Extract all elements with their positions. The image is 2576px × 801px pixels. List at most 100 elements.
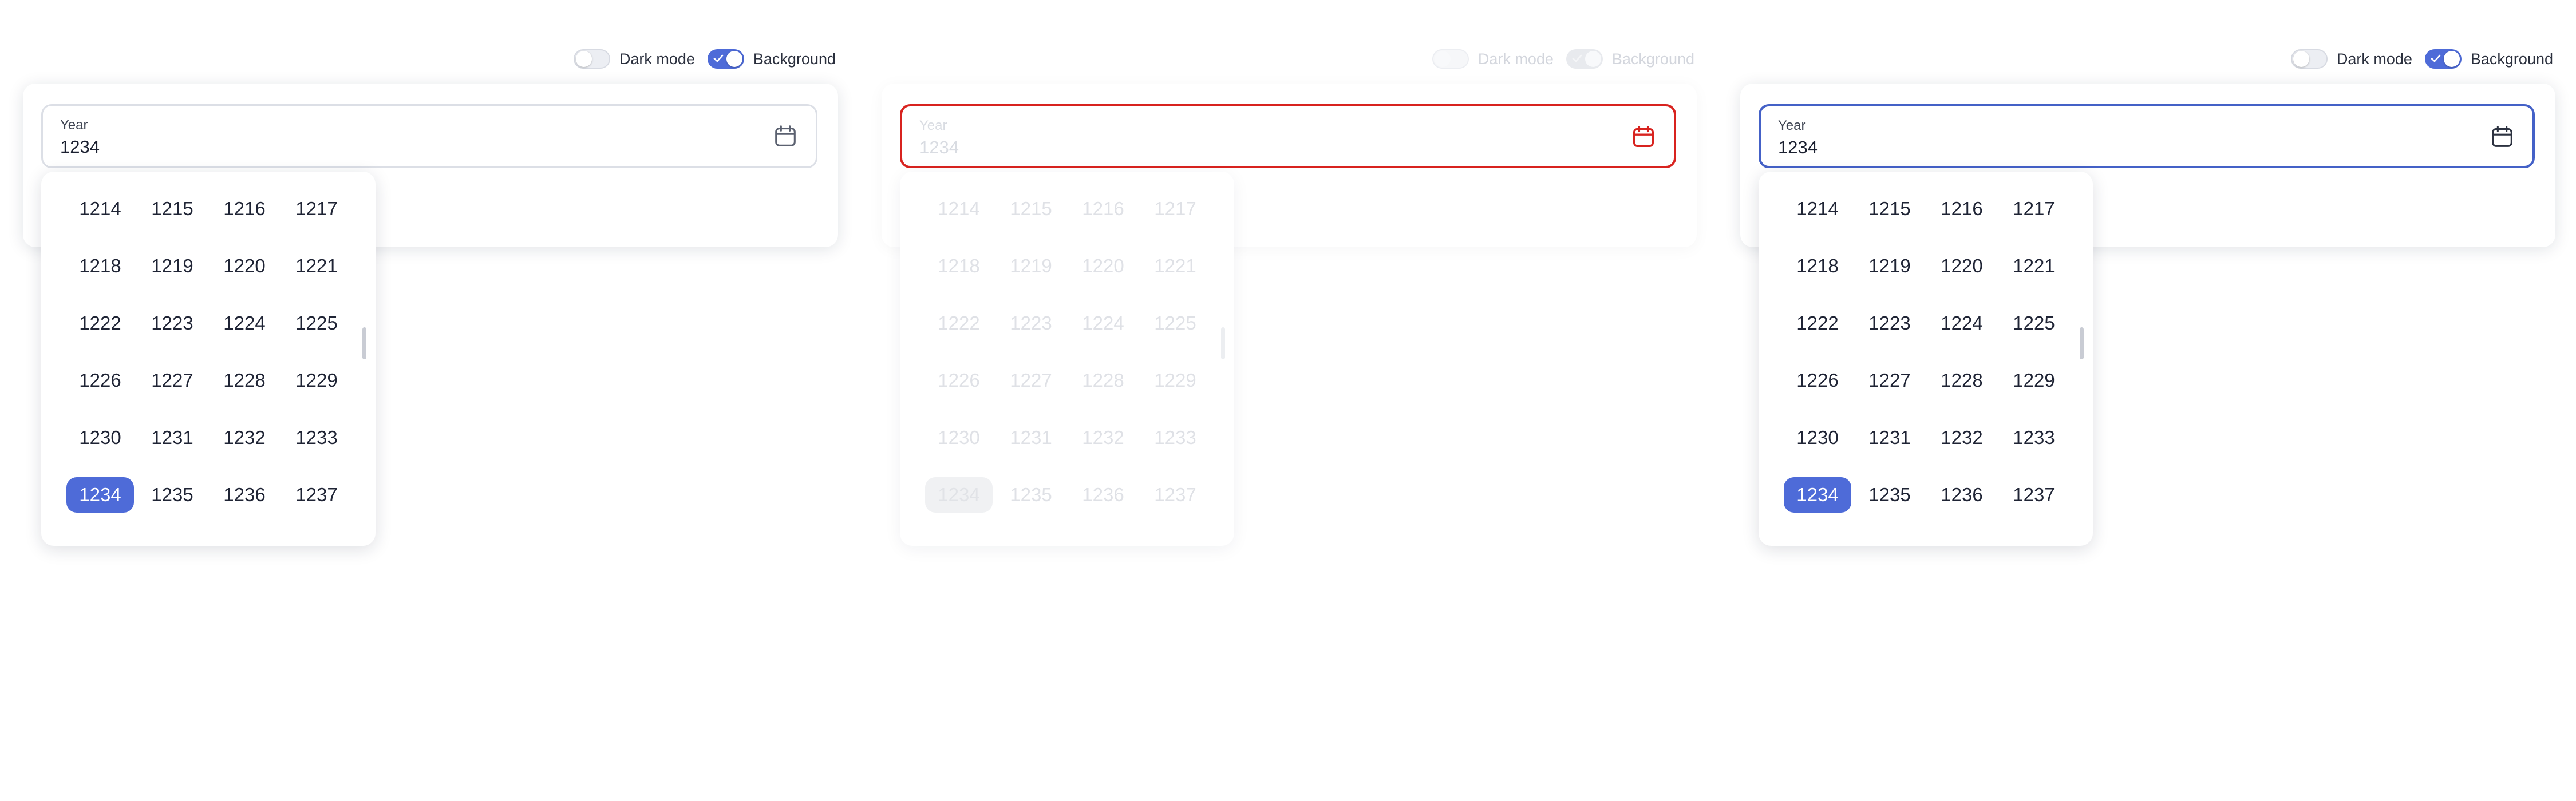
year-field[interactable]: Year 1234 [41, 104, 817, 168]
dark-mode-toggle-group[interactable]: Dark mode [2290, 49, 2412, 69]
year-option[interactable]: 1232 [211, 420, 278, 455]
year-option[interactable]: 1214 [66, 191, 134, 227]
calendar-icon[interactable] [772, 123, 799, 149]
year-option: 1228 [1082, 370, 1124, 391]
dropdown-scrollbar[interactable] [362, 327, 366, 359]
year-option[interactable]: 1215 [1856, 191, 1923, 227]
year-grid: 1214 1215 1216 1217 1218 1219 1220 1221 … [925, 191, 1216, 513]
background-toggle[interactable] [707, 49, 744, 69]
year-option[interactable]: 1221 [2000, 248, 2068, 284]
year-option[interactable]: 1222 [66, 306, 134, 341]
year-option[interactable]: 1228 [1928, 363, 1996, 398]
year-field-label: Year [919, 118, 947, 133]
panel-default: Dark mode Background Year 1234 1214 1215… [0, 0, 859, 801]
background-toggle[interactable] [2424, 49, 2462, 69]
year-option: 1216 [1082, 198, 1124, 219]
toggle-knob [2443, 51, 2460, 67]
year-option[interactable]: 1225 [283, 306, 350, 341]
year-option: 1225 [1154, 312, 1196, 334]
year-option[interactable]: 1219 [1856, 248, 1923, 284]
dark-mode-toggle-group: Dark mode [1432, 49, 1554, 69]
year-option[interactable]: 1214 [1784, 191, 1851, 227]
year-option-selected[interactable]: 1234 [1784, 477, 1851, 513]
background-toggle-group[interactable]: Background [707, 49, 836, 69]
year-option[interactable]: 1224 [1928, 306, 1996, 341]
dark-mode-toggle[interactable] [573, 49, 610, 69]
panel-focused: Dark mode Background Year 1234 1214 1215… [1717, 0, 2576, 801]
year-option[interactable]: 1232 [1928, 420, 1996, 455]
year-option: 1218 [938, 255, 980, 276]
background-label: Background [2470, 50, 2553, 68]
dark-mode-toggle-group[interactable]: Dark mode [573, 49, 695, 69]
year-option[interactable]: 1231 [1856, 420, 1923, 455]
year-option: 1229 [1154, 370, 1196, 391]
year-field-value: 1234 [919, 137, 959, 157]
year-option: 1221 [1154, 255, 1196, 276]
year-option: 1236 [1082, 484, 1124, 505]
year-option: 1232 [1082, 427, 1124, 448]
background-toggle [1566, 49, 1603, 69]
year-option[interactable]: 1218 [66, 248, 134, 284]
year-option[interactable]: 1221 [283, 248, 350, 284]
year-option: 1219 [1010, 255, 1052, 276]
toggle-knob [1434, 51, 1451, 67]
year-option: 1220 [1082, 255, 1124, 276]
dark-mode-label: Dark mode [2336, 50, 2412, 68]
check-icon [713, 54, 724, 62]
year-option[interactable]: 1227 [139, 363, 206, 398]
year-option[interactable]: 1218 [1784, 248, 1851, 284]
year-option[interactable]: 1230 [1784, 420, 1851, 455]
year-option[interactable]: 1223 [139, 306, 206, 341]
year-option[interactable]: 1229 [2000, 363, 2068, 398]
year-option[interactable]: 1233 [283, 420, 350, 455]
dropdown-scrollbar[interactable] [2080, 327, 2084, 359]
calendar-icon[interactable] [2489, 124, 2515, 150]
toggle-knob [1585, 51, 1601, 67]
year-option[interactable]: 1220 [211, 248, 278, 284]
year-option[interactable]: 1226 [66, 363, 134, 398]
year-option[interactable]: 1220 [1928, 248, 1996, 284]
year-option[interactable]: 1230 [66, 420, 134, 455]
year-option[interactable]: 1223 [1856, 306, 1923, 341]
year-field-label: Year [60, 117, 88, 133]
year-field[interactable]: Year 1234 [1759, 104, 2535, 168]
year-option: 1215 [1010, 198, 1052, 219]
year-option[interactable]: 1237 [283, 477, 350, 513]
year-option[interactable]: 1226 [1784, 363, 1851, 398]
year-option[interactable]: 1236 [1928, 477, 1996, 513]
check-icon [1572, 54, 1582, 62]
dark-mode-toggle[interactable] [2290, 49, 2328, 69]
year-option[interactable]: 1225 [2000, 306, 2068, 341]
year-option[interactable]: 1233 [2000, 420, 2068, 455]
year-option[interactable]: 1237 [2000, 477, 2068, 513]
year-option[interactable]: 1235 [139, 477, 206, 513]
year-option[interactable]: 1224 [211, 306, 278, 341]
year-field-value: 1234 [1778, 137, 1818, 157]
year-option[interactable]: 1236 [211, 477, 278, 513]
year-option[interactable]: 1229 [283, 363, 350, 398]
year-option[interactable]: 1222 [1784, 306, 1851, 341]
dark-mode-label: Dark mode [1477, 50, 1554, 68]
year-option[interactable]: 1216 [211, 191, 278, 227]
year-option[interactable]: 1219 [139, 248, 206, 284]
background-toggle-group[interactable]: Background [2424, 49, 2553, 69]
year-option[interactable]: 1215 [139, 191, 206, 227]
year-option[interactable]: 1235 [1856, 477, 1923, 513]
year-option: 1237 [1154, 484, 1196, 505]
background-label: Background [1611, 50, 1694, 68]
year-option: 1235 [1010, 484, 1052, 505]
year-option[interactable]: 1227 [1856, 363, 1923, 398]
year-option[interactable]: 1216 [1928, 191, 1996, 227]
calendar-icon [1633, 126, 1654, 148]
year-grid: 1214 1215 1216 1217 1218 1219 1220 1221 … [1784, 191, 2075, 513]
background-toggle-group: Background [1566, 49, 1694, 69]
year-dropdown: 1214 1215 1216 1217 1218 1219 1220 1221 … [1759, 172, 2093, 546]
year-option[interactable]: 1217 [283, 191, 350, 227]
year-option: 1214 [938, 198, 980, 219]
year-option-selected[interactable]: 1234 [66, 477, 134, 513]
year-option[interactable]: 1228 [211, 363, 278, 398]
toggle-knob [726, 51, 742, 67]
background-label: Background [753, 50, 836, 68]
year-option[interactable]: 1231 [139, 420, 206, 455]
year-option[interactable]: 1217 [2000, 191, 2068, 227]
